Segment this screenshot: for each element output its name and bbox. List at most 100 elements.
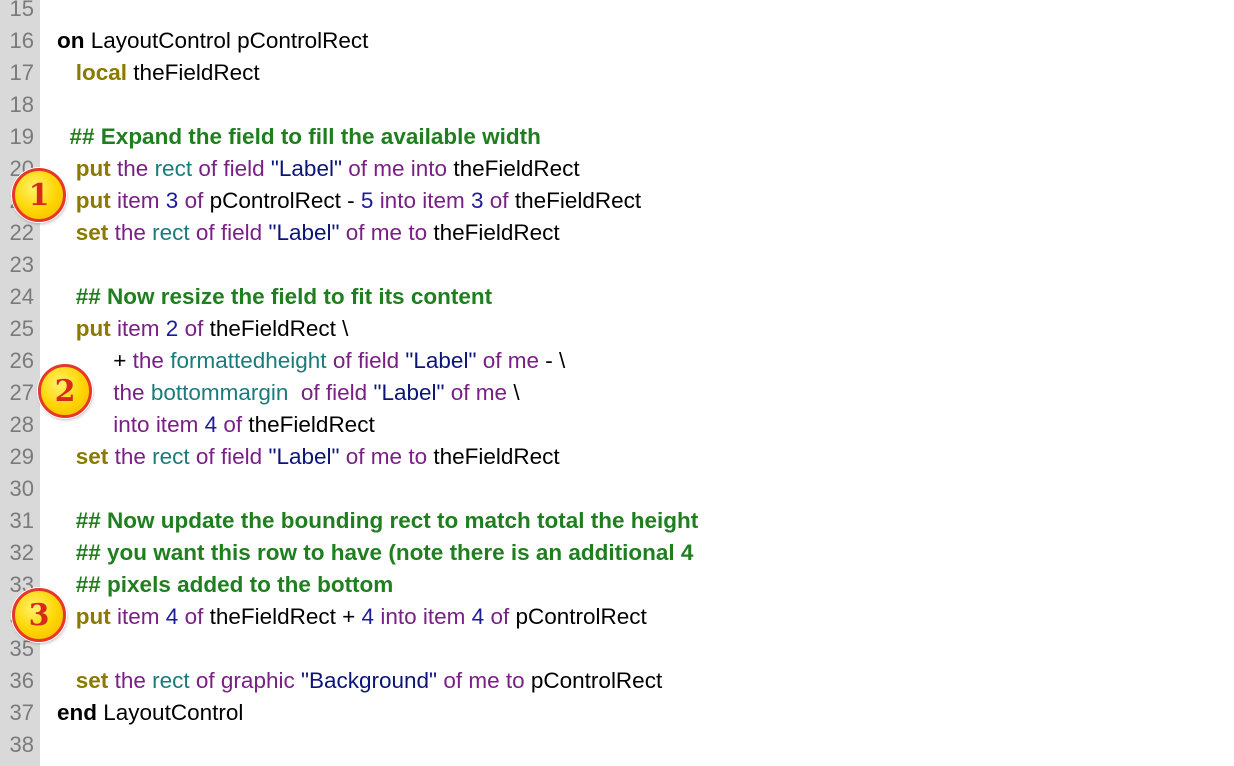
code-line[interactable]: 30 xyxy=(0,473,1234,505)
code-token: theFieldRect \ xyxy=(203,316,349,341)
code-token: rect xyxy=(152,444,190,469)
script-editor[interactable]: 15 16 on LayoutControl pControlRect 17 loca… xyxy=(0,0,1234,766)
code-line[interactable]: 31 ## Now update the bounding rect to ma… xyxy=(0,505,1234,537)
code-token: 4 xyxy=(361,604,375,629)
code-token: "Label" xyxy=(268,220,340,245)
code-token: theFieldRect + xyxy=(203,604,362,629)
code-token: "Label" xyxy=(270,156,342,181)
code-text: the bottommargin of field "Label" of me … xyxy=(57,377,519,409)
code-text: ## you want this row to have (note there… xyxy=(57,537,694,569)
code-token: set xyxy=(75,220,109,245)
code-token: set xyxy=(75,668,109,693)
code-line[interactable]: 34 put item 4 of theFieldRect + 4 into i… xyxy=(0,601,1234,633)
code-token: ## Now resize the field to fit its conte… xyxy=(75,284,493,309)
code-token: to xyxy=(408,220,428,245)
code-token: rect xyxy=(154,156,193,181)
code-token: theFieldRect xyxy=(127,60,260,85)
code-token: put xyxy=(75,156,111,181)
line-number: 25 xyxy=(9,316,34,341)
code-line[interactable]: 20 put the rect of field "Label" of me i… xyxy=(0,153,1234,185)
code-line[interactable]: 26 + the formattedheight of field "Label… xyxy=(0,345,1234,377)
code-token: to xyxy=(505,668,525,693)
code-token: item xyxy=(422,188,465,213)
code-line[interactable]: 18 xyxy=(0,89,1234,121)
code-token: theFieldRect xyxy=(427,444,560,469)
code-token: of xyxy=(184,316,204,341)
code-line[interactable]: 37 end LayoutControl xyxy=(0,697,1234,729)
code-text: ## Now resize the field to fit its conte… xyxy=(57,281,492,313)
code-token: field xyxy=(220,220,263,245)
code-token: ## Now update the bounding rect to match… xyxy=(75,508,699,533)
code-token: the xyxy=(117,156,149,181)
code-token: of xyxy=(443,668,463,693)
code-text: set the rect of field "Label" of me to t… xyxy=(57,217,560,249)
code-line[interactable]: 27 the bottommargin of field "Label" of … xyxy=(0,377,1234,409)
code-token: field xyxy=(220,444,263,469)
code-token: graphic xyxy=(220,668,295,693)
code-line[interactable]: 22 set the rect of field "Label" of me t… xyxy=(0,217,1234,249)
code-line[interactable]: 29 set the rect of field "Label" of me t… xyxy=(0,441,1234,473)
code-token: 5 xyxy=(360,188,374,213)
code-line[interactable]: 28 into item 4 of theFieldRect xyxy=(0,409,1234,441)
line-number: 37 xyxy=(9,700,34,725)
code-text: ## Now update the bounding rect to match… xyxy=(57,505,699,537)
code-text: set the rect of graphic "Background" of … xyxy=(57,665,662,697)
code-token: pControlRect xyxy=(524,668,663,693)
code-token: to xyxy=(408,444,428,469)
code-token: into xyxy=(113,412,150,437)
code-line[interactable]: 19 ## Expand the field to fill the avail… xyxy=(0,121,1234,153)
code-line[interactable]: 33 ## pixels added to the bottom xyxy=(0,569,1234,601)
code-token: - \ xyxy=(539,348,566,373)
code-text: end LayoutControl xyxy=(57,697,243,729)
code-line[interactable]: 17 local theFieldRect xyxy=(0,57,1234,89)
code-token: of xyxy=(195,668,215,693)
code-token: the xyxy=(114,668,146,693)
code-token: the xyxy=(114,220,146,245)
code-token: me xyxy=(373,156,405,181)
code-line[interactable]: 15 xyxy=(0,0,1234,25)
code-token: of xyxy=(184,604,204,629)
code-line[interactable]: 35 xyxy=(0,633,1234,665)
code-token: of xyxy=(198,156,218,181)
line-number: 32 xyxy=(9,540,34,565)
code-token: into xyxy=(410,156,448,181)
code-token: of xyxy=(223,412,243,437)
line-number: 15 xyxy=(9,0,34,21)
code-line[interactable]: 32 ## you want this row to have (note th… xyxy=(0,537,1234,569)
code-token: of xyxy=(300,380,320,405)
code-line[interactable]: 21 put item 3 of pControlRect - 5 into i… xyxy=(0,185,1234,217)
code-line[interactable]: 25 put item 2 of theFieldRect \ xyxy=(0,313,1234,345)
code-line[interactable]: 16 on LayoutControl pControlRect xyxy=(0,25,1234,57)
code-text: ## Expand the field to fill the availabl… xyxy=(57,121,541,153)
code-line[interactable]: 38 xyxy=(0,729,1234,761)
code-token: 3 xyxy=(471,188,484,213)
code-token: theFieldRect xyxy=(508,188,642,213)
code-token: LayoutControl xyxy=(97,700,244,725)
code-token: put xyxy=(75,316,111,341)
code-text: put the rect of field "Label" of me into… xyxy=(57,153,580,185)
code-token: me xyxy=(370,220,403,245)
code-token: set xyxy=(75,444,109,469)
code-token: LayoutControl pControlRect xyxy=(84,28,369,53)
code-line[interactable]: 23 xyxy=(0,249,1234,281)
code-text: put item 3 of pControlRect - 5 into item… xyxy=(57,185,641,217)
line-number: 19 xyxy=(9,124,34,149)
code-token: of xyxy=(345,444,365,469)
code-line[interactable]: 36 set the rect of graphic "Background" … xyxy=(0,665,1234,697)
code-text: local theFieldRect xyxy=(57,57,260,89)
code-line[interactable]: 24 ## Now resize the field to fit its co… xyxy=(0,281,1234,313)
code-token: into xyxy=(380,604,417,629)
code-text: put item 4 of theFieldRect + 4 into item… xyxy=(57,601,647,633)
code-token: of xyxy=(345,220,365,245)
code-token: field xyxy=(357,348,400,373)
code-token: ## pixels added to the bottom xyxy=(75,572,394,597)
